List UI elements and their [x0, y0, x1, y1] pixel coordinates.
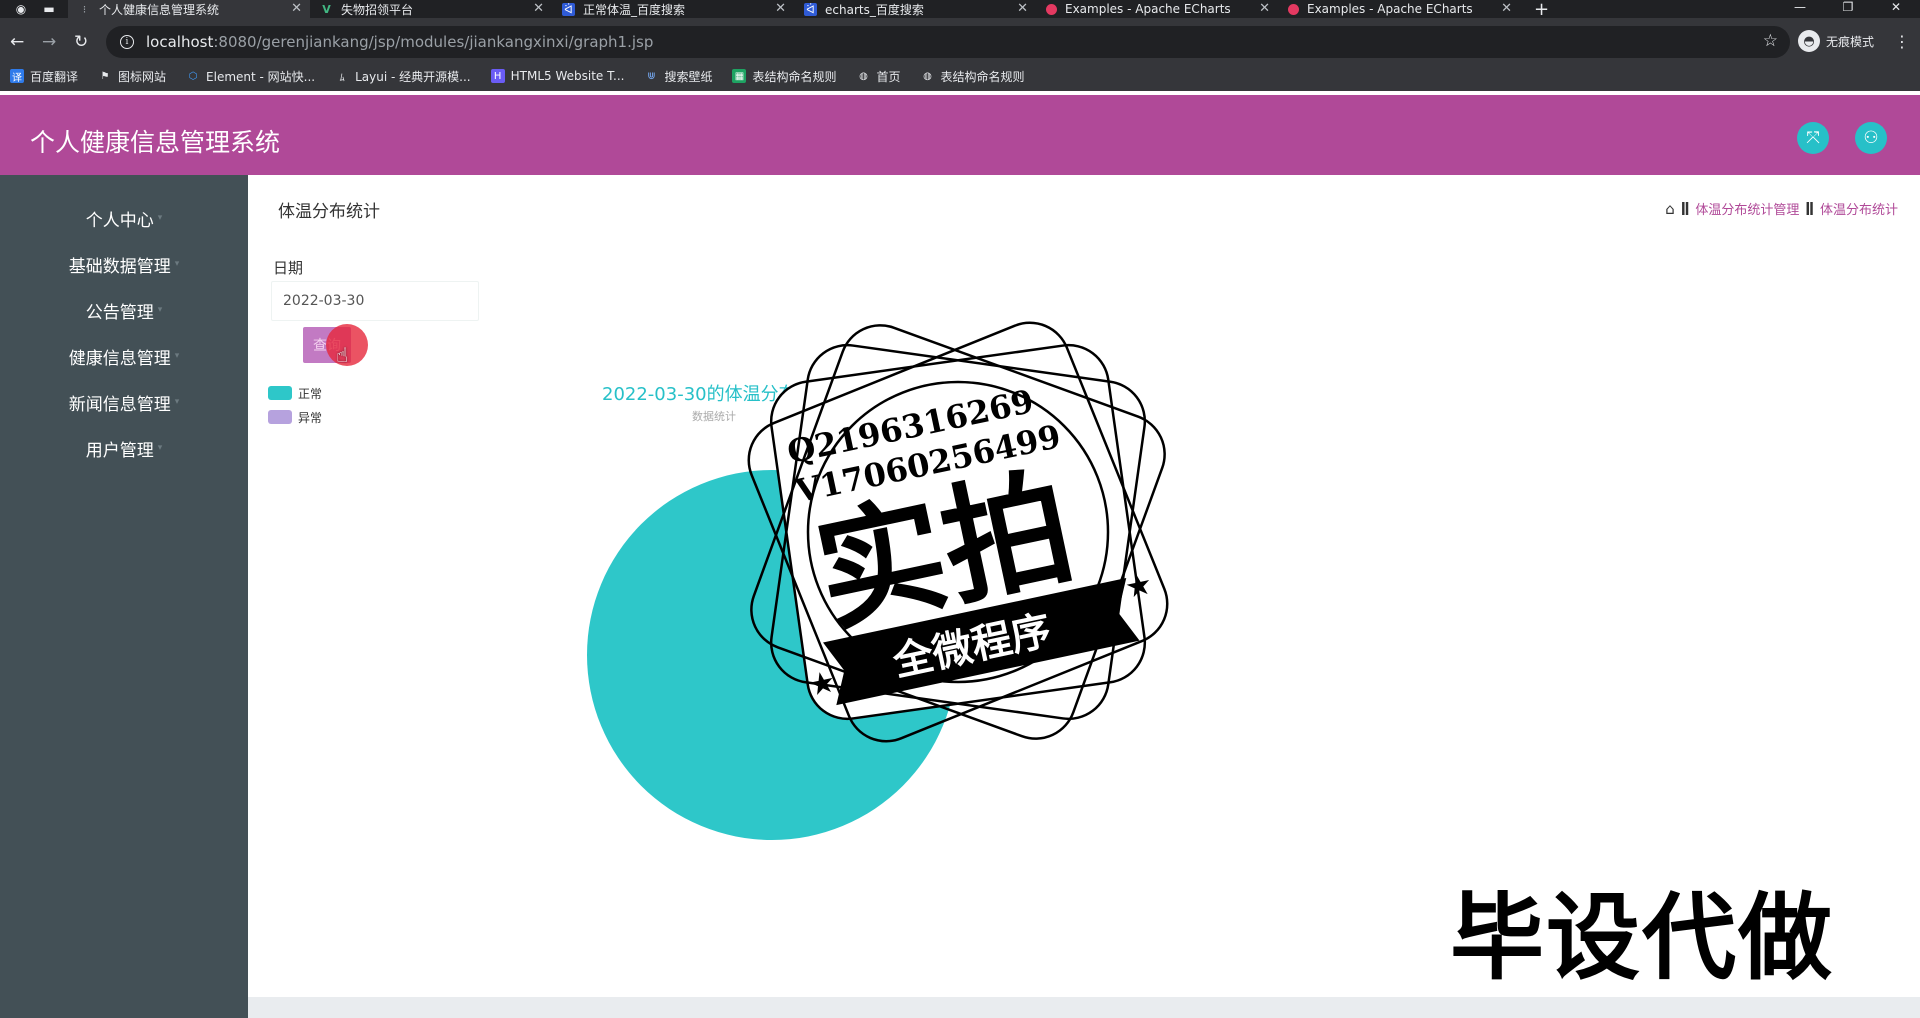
bookmark-item[interactable]: ◍ 首页: [856, 68, 900, 85]
tab-close-icon[interactable]: ✕: [291, 1, 302, 16]
profile-label: 无痕模式: [1826, 34, 1875, 49]
tab-title: 正常体温_百度搜索: [583, 2, 686, 17]
sidebar-item-personal-center[interactable]: 个人中心 ▾: [0, 195, 248, 241]
tab-title: 个人健康信息管理系统: [99, 2, 220, 17]
globe-icon: ◍: [859, 70, 868, 82]
echarts-favicon-icon: [1046, 3, 1057, 15]
bookmark-item[interactable]: ⬡ Element - 网站快...: [186, 68, 315, 85]
tab-close-icon[interactable]: ✕: [775, 1, 786, 16]
tab-close-icon[interactable]: ✕: [1017, 1, 1028, 16]
globe-icon: ◍: [923, 70, 932, 82]
app-title: 个人健康信息管理系统: [30, 128, 281, 157]
sidebar-item-label: 健康信息管理: [68, 348, 171, 369]
new-tab-icon[interactable]: +: [1534, 0, 1549, 20]
sidebar-item-users[interactable]: 用户管理 ▾: [0, 425, 248, 471]
bookmark-item[interactable]: ﾑ Layui - 经典开源模...: [335, 68, 471, 85]
sidebar-item-label: 公告管理: [85, 302, 154, 323]
bookmark-item[interactable]: ⚑ 图标网站: [98, 68, 167, 85]
bookmarks-bar: 译百度翻译 ⚑ 图标网站 ⬡ Element - 网站快... ﾑ Layui - 经…: [0, 61, 1920, 91]
sidebar-item-label: 基础数据管理: [68, 256, 171, 277]
browser-tab[interactable]: Examples - Apache ECharts ✕: [1036, 0, 1278, 18]
browser-tab[interactable]: V 失物招领平台 ✕: [310, 0, 552, 18]
tab-title: Examples - Apache ECharts: [1065, 2, 1231, 16]
url-bar[interactable]: i localhost:8080/gerenjiankang/jsp/modul…: [106, 26, 1790, 58]
bookmark-label: Layui - 经典开源模...: [355, 69, 471, 84]
back-icon[interactable]: ←: [10, 32, 24, 52]
tab-title: 失物招领平台: [341, 2, 414, 17]
browser-tab[interactable]: Examples - Apache ECharts ✕: [1278, 0, 1520, 18]
chevron-icon: ▾: [157, 305, 163, 315]
bookmark-label: 表结构命名规则: [752, 69, 837, 84]
tab-title: echarts_百度搜索: [825, 2, 924, 17]
sidebar-item-notice[interactable]: 公告管理 ▾: [0, 287, 248, 333]
chevron-icon: ▾: [174, 351, 180, 361]
vue-favicon-icon: V: [322, 2, 331, 16]
tab-search-icon[interactable]: ▬: [42, 2, 56, 16]
restore-icon[interactable]: ❐: [1824, 0, 1872, 18]
bookmark-label: 搜索壁纸: [664, 69, 713, 84]
baidu-favicon-icon: ᐛ: [804, 2, 817, 16]
chevron-icon: ▾: [157, 443, 163, 453]
browser-tab-bar: ◉ ▬ ⁝ 个人健康信息管理系统 ✕ V 失物招领平台 ✕ ᐛ 正常体温_百度搜…: [0, 0, 1920, 20]
sidebar-item-health-info[interactable]: 健康信息管理 ▾: [0, 333, 248, 379]
bookmark-item[interactable]: ▦ 表结构命名规则: [732, 68, 836, 85]
sidebar: 个人中心 ▾ 基础数据管理 ▾ 公告管理 ▾ 健康信息管理 ▾ 新闻信息管理 ▾ 用户管理…: [0, 175, 248, 1018]
forward-icon[interactable]: →: [42, 32, 56, 52]
site-info-icon[interactable]: i: [120, 35, 134, 49]
sheet-icon: ▦: [732, 69, 747, 83]
bookmark-item[interactable]: ◍ 表结构命名规则: [921, 68, 1025, 85]
user-icon[interactable]: ⚇: [1855, 122, 1887, 154]
baidu-favicon-icon: ᐛ: [562, 2, 575, 16]
flag-icon: ⚑: [100, 70, 110, 82]
bookmark-item[interactable]: H HTML5 Website T...: [490, 69, 625, 83]
tab-close-icon[interactable]: ✕: [1501, 1, 1512, 16]
reload-icon[interactable]: ↻: [74, 32, 88, 52]
html5-icon: H: [490, 69, 505, 83]
bookmark-label: 百度翻译: [30, 69, 79, 84]
sidebar-item-label: 个人中心: [85, 210, 154, 231]
sidebar-item-news[interactable]: 新闻信息管理 ▾: [0, 379, 248, 425]
incognito-icon: ◓: [1798, 30, 1820, 52]
incognito-profile[interactable]: ◓ 无痕模式: [1798, 30, 1874, 52]
chevron-icon: ▾: [157, 213, 163, 223]
translate-icon: 译: [10, 69, 24, 84]
bookmark-label: 图标网站: [118, 69, 167, 84]
bookmark-item[interactable]: ⋓ 搜索壁纸: [644, 68, 712, 85]
browser-tab[interactable]: ᐛ echarts_百度搜索 ✕: [794, 0, 1036, 18]
chevron-icon: ▾: [174, 259, 180, 269]
sidebar-item-label: 新闻信息管理: [68, 394, 171, 415]
bookmark-label: Element - 网站快...: [206, 69, 316, 84]
tab-close-icon[interactable]: ✕: [1259, 1, 1270, 16]
fullscreen-icon[interactable]: ⤧: [1797, 122, 1829, 154]
element-icon: ⬡: [188, 70, 198, 82]
star-icon: ★: [1122, 566, 1156, 606]
window-close-icon[interactable]: ✕: [1872, 0, 1920, 18]
sidebar-item-basic-data[interactable]: 基础数据管理 ▾: [0, 241, 248, 287]
bookmark-label: 表结构命名规则: [940, 69, 1025, 84]
bookmark-label: HTML5 Website T...: [510, 69, 625, 83]
browser-tab[interactable]: ⁝ 个人健康信息管理系统 ✕: [68, 0, 310, 18]
sidebar-item-label: 用户管理: [85, 440, 154, 461]
browser-tab[interactable]: ᐛ 正常体温_百度搜索 ✕: [552, 0, 794, 18]
footer-strip: [248, 997, 1920, 1018]
tab-title: Examples - Apache ECharts: [1307, 2, 1473, 16]
echarts-favicon-icon: [1288, 3, 1299, 15]
url-host: localhost: [146, 33, 214, 51]
tab-close-icon[interactable]: ✕: [533, 1, 544, 16]
watermark-seal: Q2196316269 V17060256499 实拍 全微程序 ★ ★: [747, 321, 1169, 743]
url-path: :8080/gerenjiankang/jsp/modules/jiankang…: [213, 33, 654, 51]
globe-icon[interactable]: ◉: [14, 2, 28, 16]
app-header: 个人健康信息管理系统 ⤧ ⚇: [0, 95, 1920, 175]
layui-icon: ﾑ: [339, 72, 345, 84]
bookmark-item[interactable]: 译百度翻译: [10, 68, 78, 85]
browser-menu-icon[interactable]: ⋮: [1894, 32, 1910, 51]
page-favicon-icon: ⁝: [82, 2, 87, 16]
corner-watermark-text: 毕设代做: [1450, 884, 1835, 993]
minimize-icon[interactable]: —: [1776, 0, 1824, 18]
window-controls: — ❐ ✕: [1776, 0, 1920, 18]
wallpaper-icon: ⋓: [647, 70, 656, 82]
chevron-icon: ▾: [174, 397, 180, 407]
bookmark-star-icon[interactable]: ☆: [1763, 31, 1778, 51]
bookmark-label: 首页: [876, 69, 901, 84]
